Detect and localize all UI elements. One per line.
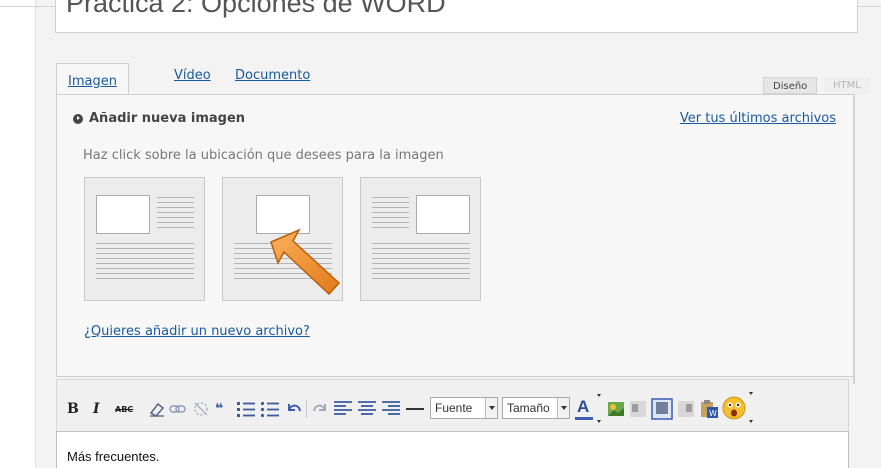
layout-image-right[interactable] bbox=[360, 177, 481, 301]
size-select[interactable]: Tamaño bbox=[502, 397, 570, 419]
placement-hint: Haz click sobre la ubicación que desees … bbox=[83, 148, 444, 163]
align-center-icon[interactable] bbox=[357, 400, 377, 418]
unlink-icon[interactable] bbox=[191, 399, 211, 419]
layout-center-icon[interactable] bbox=[651, 398, 673, 420]
new-file-link[interactable]: ¿Quieres añadir un nuevo archivo? bbox=[84, 324, 310, 339]
title-field[interactable]: Práctica 2: Opciones de WORD bbox=[55, 0, 858, 33]
page-title: Práctica 2: Opciones de WORD bbox=[66, 0, 446, 18]
numbered-list-icon[interactable] bbox=[236, 400, 256, 418]
image-insert-icon[interactable] bbox=[607, 401, 625, 417]
undo-icon[interactable] bbox=[285, 400, 303, 418]
design-mode-button[interactable]: Diseño bbox=[763, 77, 818, 94]
italic-button[interactable]: I bbox=[93, 400, 100, 418]
paste-word-icon[interactable]: W bbox=[699, 399, 719, 419]
redo-icon[interactable] bbox=[311, 400, 329, 418]
bold-button[interactable]: B bbox=[67, 400, 79, 418]
chevron-down-icon bbox=[749, 420, 753, 423]
font-color-button[interactable]: A bbox=[577, 397, 590, 416]
layout-left-icon[interactable] bbox=[629, 400, 647, 418]
link-icon[interactable] bbox=[169, 401, 187, 417]
emoticon-icon[interactable] bbox=[721, 395, 747, 421]
text-lines-side bbox=[372, 197, 409, 232]
quote-icon[interactable]: ❝ bbox=[215, 400, 223, 418]
toolbar-separator bbox=[306, 400, 307, 418]
image-panel: Añadir nueva imagen Ver tus últimos arch… bbox=[56, 94, 855, 377]
align-left-icon[interactable] bbox=[333, 400, 353, 418]
add-image-label: Añadir nueva imagen bbox=[89, 111, 246, 126]
expand-circle-icon bbox=[73, 113, 83, 124]
recent-files-link[interactable]: Ver tus últimos archivos bbox=[680, 111, 836, 126]
chevron-down-icon bbox=[557, 398, 569, 418]
text-lines-side bbox=[157, 197, 194, 232]
image-placeholder bbox=[416, 195, 470, 234]
bullet-list-icon[interactable] bbox=[260, 400, 280, 418]
chevron-down-icon bbox=[485, 398, 497, 418]
layout-right-icon[interactable] bbox=[677, 400, 695, 418]
editor-content-area[interactable]: Más frecuentes. bbox=[56, 431, 849, 468]
editor-text: Más frecuentes. bbox=[67, 449, 160, 464]
editor-toolbar: B I ABC ❝ Fuente Tamaño A W bbox=[56, 379, 849, 431]
size-select-value: Tamaño bbox=[507, 401, 550, 415]
svg-text:W: W bbox=[709, 409, 717, 418]
layout-image-left[interactable] bbox=[84, 177, 205, 301]
strikethrough-button[interactable]: ABC bbox=[115, 400, 133, 418]
chevron-down-icon bbox=[597, 420, 601, 423]
eraser-icon[interactable] bbox=[147, 400, 167, 418]
tab-video[interactable]: Vídeo bbox=[163, 63, 222, 93]
add-image-header[interactable]: Añadir nueva imagen bbox=[73, 111, 245, 126]
layout-image-center[interactable] bbox=[222, 177, 343, 301]
font-select-value: Fuente bbox=[435, 401, 473, 415]
font-color-label: A bbox=[577, 397, 590, 416]
image-placeholder bbox=[96, 195, 150, 234]
chevron-down-icon bbox=[597, 394, 601, 397]
chevron-down-icon bbox=[749, 392, 753, 395]
html-mode-button[interactable]: HTML bbox=[824, 77, 870, 94]
font-color-swatch bbox=[575, 417, 593, 420]
align-right-icon[interactable] bbox=[381, 400, 401, 418]
text-lines-bottom bbox=[372, 243, 470, 283]
tab-documento[interactable]: Documento bbox=[224, 63, 321, 93]
text-lines-bottom bbox=[96, 243, 194, 283]
tab-imagen[interactable]: Imagen bbox=[56, 63, 129, 95]
orange-arrow-icon bbox=[270, 228, 341, 296]
panel-scroll-edge bbox=[853, 94, 855, 384]
horizontal-rule-icon[interactable] bbox=[405, 400, 425, 418]
font-select[interactable]: Fuente bbox=[430, 397, 498, 419]
